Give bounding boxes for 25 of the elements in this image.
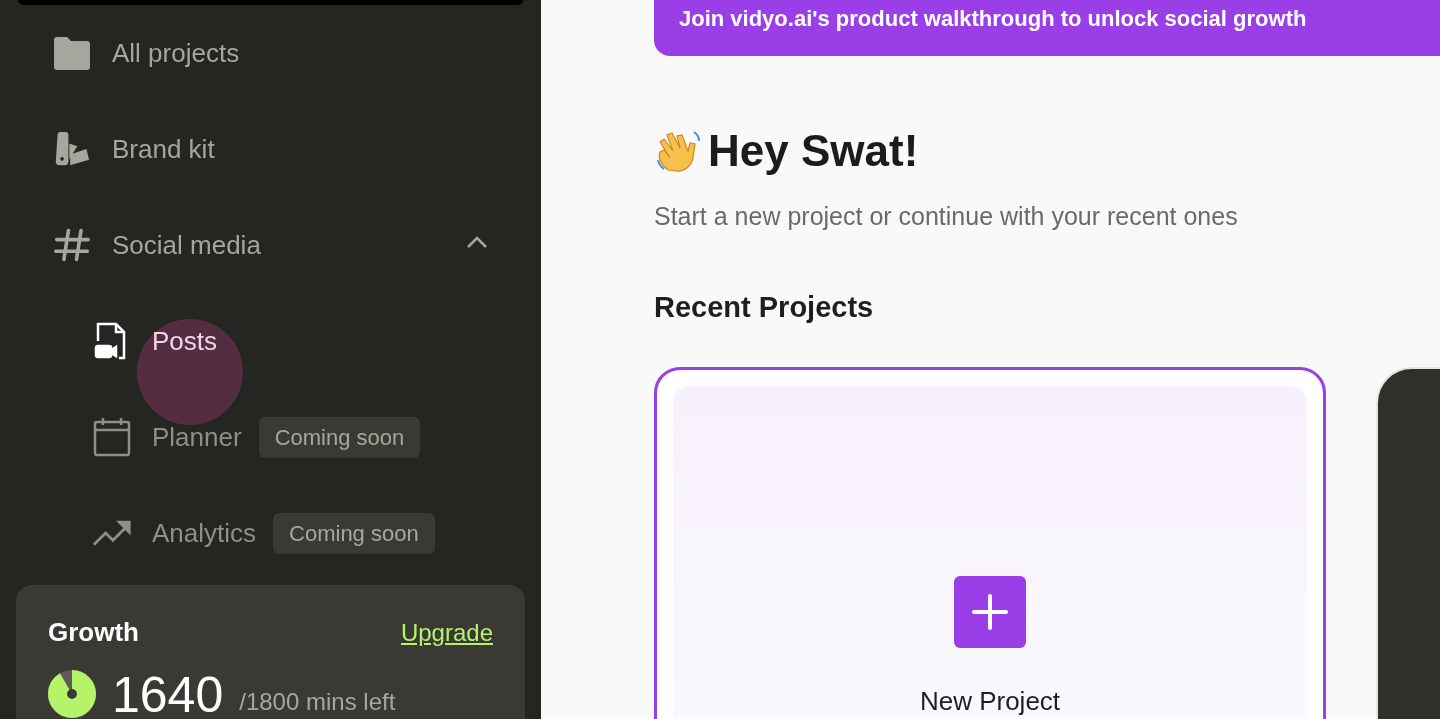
- usage-ring: [48, 670, 96, 718]
- greeting-subtitle: Start a new project or continue with your recent ones: [654, 201, 1239, 232]
- calendar-icon: [92, 417, 132, 457]
- folder-icon: [52, 35, 92, 71]
- coming-soon-badge: Coming soon: [273, 512, 435, 554]
- plus-button[interactable]: [954, 576, 1026, 648]
- hash-icon: [52, 227, 92, 263]
- sidebar-item[interactable]: Posts: [92, 321, 218, 361]
- promo-banner[interactable]: Join vidyo.ai's product walkthrough to unlock social growth: [654, 0, 1440, 56]
- section-title: Recent Projects: [654, 289, 875, 325]
- minutes-left: 1640: [112, 670, 224, 719]
- sidebar-item[interactable]: Analytics: [92, 513, 257, 553]
- greeting-title: Hey Swat!: [708, 125, 919, 177]
- coming-soon-badge: Coming soon: [258, 416, 421, 458]
- new-project-label: New Project: [919, 685, 1061, 718]
- plan-name: Growth: [48, 616, 139, 649]
- sidebar-item[interactable]: All projects: [52, 33, 240, 73]
- sidebar-item[interactable]: Social media: [52, 225, 261, 265]
- chevron-up-icon[interactable]: [466, 235, 488, 249]
- sidebar-item[interactable]: Brand kit: [52, 129, 215, 169]
- sidebar-item[interactable]: Planner: [92, 417, 242, 457]
- upgrade-link[interactable]: Upgrade: [400, 614, 493, 651]
- new-project-card[interactable]: New Project: [654, 367, 1326, 719]
- minutes-total: /1800 mins left: [239, 687, 396, 717]
- plus-icon: [972, 594, 1008, 630]
